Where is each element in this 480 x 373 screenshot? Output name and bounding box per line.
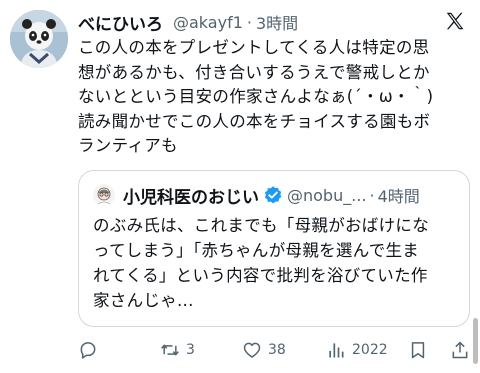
like-button[interactable]: 38 <box>242 336 286 364</box>
quoted-tweet-text: のぶみ氏は、これまでも「母親がおばけにな ってしまう」「赤ちゃんが母親を選んで生… <box>93 213 463 313</box>
panda-avatar-image <box>10 10 68 68</box>
tweet-text-line: 読み聞かせでこの人の本をチョイスする園もボ <box>78 111 431 131</box>
bookmark-icon <box>411 342 425 359</box>
tweet-action-bar: 3 38 2022 <box>78 336 472 364</box>
retweet-count: 3 <box>186 342 195 358</box>
quoted-text-line: ってしまう」「赤ちゃんが母親を選んで生ま <box>93 241 420 260</box>
heart-icon <box>243 342 261 358</box>
quoted-text-line: れてくる」という内容で批判を浴びていた作 <box>93 266 428 285</box>
share-icon <box>452 341 468 359</box>
retweet-icon <box>161 344 179 356</box>
tweet-text-line: ランティアも <box>78 136 178 155</box>
author-handle[interactable]: @akayf1 <box>173 13 243 32</box>
views-button[interactable]: 2022 <box>326 336 388 364</box>
tweet-header: べにひいろ @akayf1 · 3時間 <box>78 10 468 35</box>
reply-icon <box>80 342 96 359</box>
reply-button[interactable] <box>78 336 98 364</box>
tweet-text-line: ないとという目安の作家さんよなぁ(´・ω・｀) <box>78 87 434 106</box>
tweet-timestamp[interactable]: 3時間 <box>256 10 298 34</box>
quoted-text-line: のぶみ氏は、これまでも「母親がおばけにな <box>93 216 429 235</box>
quoted-author-display-name[interactable]: 小児科医のおじい <box>123 183 259 208</box>
tweet-text-line: この人の本をプレゼントしてくる人は特定の思 <box>78 38 430 57</box>
x-logo-icon[interactable] <box>444 10 466 32</box>
views-icon <box>329 343 344 358</box>
quoted-tweet-header: 小児科医のおじい @nobu_... · 4時間 <box>93 183 459 208</box>
share-button[interactable] <box>450 336 470 364</box>
like-count: 38 <box>268 342 286 358</box>
author-display-name[interactable]: べにひいろ <box>78 10 163 35</box>
tweet-text: この人の本をプレゼントしてくる人は特定の思 想があるかも、付き合いするうえで警戒… <box>78 36 470 159</box>
verified-badge-icon <box>264 186 282 204</box>
separator-dot: · <box>369 185 375 205</box>
quoted-text-line: 家さんじゃ... <box>93 291 194 310</box>
quoted-author-handle[interactable]: @nobu_... <box>287 186 366 205</box>
quoted-tweet[interactable]: 小児科医のおじい @nobu_... · 4時間 のぶみ氏は、これまでも「母親が… <box>78 170 470 327</box>
bookmark-button[interactable] <box>408 336 428 364</box>
quoted-tweet-timestamp[interactable]: 4時間 <box>378 183 420 207</box>
view-count: 2022 <box>352 342 388 358</box>
retweet-button[interactable]: 3 <box>160 336 195 364</box>
doctor-avatar-image <box>93 184 115 206</box>
tweet-text-line: 想があるかも、付き合いするうえで警戒しとか <box>78 62 430 82</box>
scrollbar-thumb[interactable] <box>473 318 478 364</box>
quoted-avatar <box>93 184 115 206</box>
separator-dot: · <box>246 12 252 32</box>
avatar[interactable] <box>10 10 68 68</box>
